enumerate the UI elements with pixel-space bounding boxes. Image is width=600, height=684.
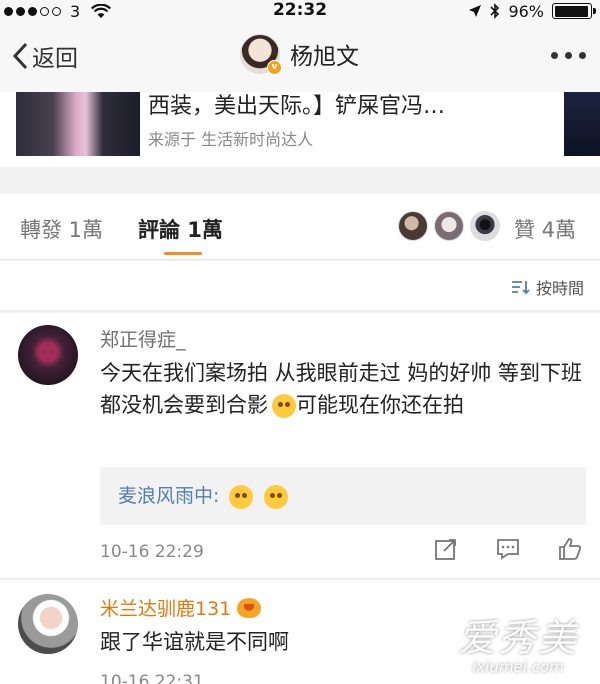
bluetooth-icon bbox=[490, 3, 500, 19]
avatar[interactable] bbox=[18, 325, 78, 385]
avatar[interactable] bbox=[398, 211, 428, 241]
back-button[interactable]: 返回 bbox=[12, 39, 78, 73]
article-source: 来源于 生活新时尚达人 bbox=[148, 130, 314, 149]
watermark: 爱秀美 ixiumei.com bbox=[458, 607, 578, 676]
reply-colon: : bbox=[213, 485, 220, 507]
comment-icon[interactable] bbox=[496, 537, 520, 561]
article-card[interactable]: 西装，美出天际。】铲屎官冯… 来源于 生活新时尚达人 bbox=[0, 92, 600, 167]
page-title: 杨旭文 bbox=[290, 44, 359, 70]
battery-fill bbox=[554, 5, 589, 17]
hug-emoji-icon bbox=[272, 394, 296, 418]
more-button[interactable] bbox=[551, 52, 586, 59]
tabs-bar: 轉發 1萬 評論 1萬 贊 4萬 bbox=[0, 194, 600, 260]
article-thumbnail bbox=[16, 92, 140, 156]
avatar[interactable] bbox=[18, 594, 78, 654]
battery-icon bbox=[552, 3, 596, 19]
comment-text: 今天在我们案场拍 从我眼前走过 妈的好帅 等到下班都没机会要到合影 可能现在你还在… bbox=[100, 357, 588, 421]
location-arrow-icon bbox=[469, 5, 482, 17]
avatar[interactable]: v bbox=[240, 34, 282, 75]
comment-timestamp: 10-16 22:29 bbox=[100, 542, 204, 562]
more-dot-icon bbox=[551, 52, 558, 59]
nav-bar: 返回 v 杨旭文 bbox=[0, 22, 600, 92]
article-thumbnail-right bbox=[564, 92, 600, 156]
reply-preview[interactable]: 麦浪风雨中: bbox=[100, 467, 586, 525]
comment-actions bbox=[434, 537, 582, 561]
comment-timestamp: 10-16 22:31 bbox=[100, 672, 204, 684]
verified-badge: v bbox=[267, 60, 282, 75]
scared-emoji-icon bbox=[229, 484, 254, 509]
comment-author-label: 米兰达驯鹿131 bbox=[100, 598, 232, 620]
avatar[interactable] bbox=[470, 211, 500, 241]
more-dot-icon bbox=[579, 52, 586, 59]
vip-crown-icon bbox=[237, 597, 262, 618]
tab-likes[interactable]: 贊 4萬 bbox=[514, 214, 576, 244]
like-icon[interactable] bbox=[558, 537, 582, 561]
reply-author[interactable]: 麦浪风雨中 bbox=[118, 485, 213, 507]
sort-bar: 按時間 bbox=[0, 261, 600, 311]
list-item: 郑正得症_ 今天在我们案场拍 从我眼前走过 妈的好帅 等到下班都没机会要到合影可… bbox=[0, 313, 600, 579]
scared-emoji-icon bbox=[263, 484, 288, 509]
active-tab-indicator bbox=[164, 252, 202, 255]
comment-author[interactable]: 米兰达驯鹿131 bbox=[100, 594, 262, 621]
sort-icon bbox=[511, 281, 530, 295]
status-right-area: 96% bbox=[468, 0, 596, 22]
sort-by-time-button[interactable]: 按時間 bbox=[511, 275, 584, 299]
nav-profile[interactable]: v 杨旭文 bbox=[240, 34, 359, 75]
liker-avatars[interactable] bbox=[398, 211, 500, 241]
article-title: 西装，美出天际。】铲屎官冯… bbox=[148, 94, 446, 119]
status-bar: 3 22:32 96% bbox=[0, 0, 600, 22]
share-icon[interactable] bbox=[434, 537, 458, 561]
comment-author[interactable]: 郑正得症_ bbox=[100, 325, 186, 352]
comment-text-part: 可能现在你还在拍 bbox=[296, 393, 464, 417]
comment-text: 跟了华谊就是不同啊 bbox=[100, 630, 289, 654]
tab-repost[interactable]: 轉發 1萬 bbox=[20, 214, 103, 244]
watermark-url: ixiumei.com bbox=[472, 658, 564, 676]
battery-percent: 96% bbox=[508, 1, 544, 21]
tab-comment[interactable]: 評論 1萬 bbox=[138, 214, 223, 244]
sort-label: 按時間 bbox=[535, 279, 584, 298]
avatar[interactable] bbox=[434, 211, 464, 241]
chevron-left-icon bbox=[12, 42, 28, 70]
watermark-logo: 爱秀美 bbox=[457, 616, 578, 660]
back-label: 返回 bbox=[32, 46, 78, 72]
more-dot-icon bbox=[565, 52, 572, 59]
